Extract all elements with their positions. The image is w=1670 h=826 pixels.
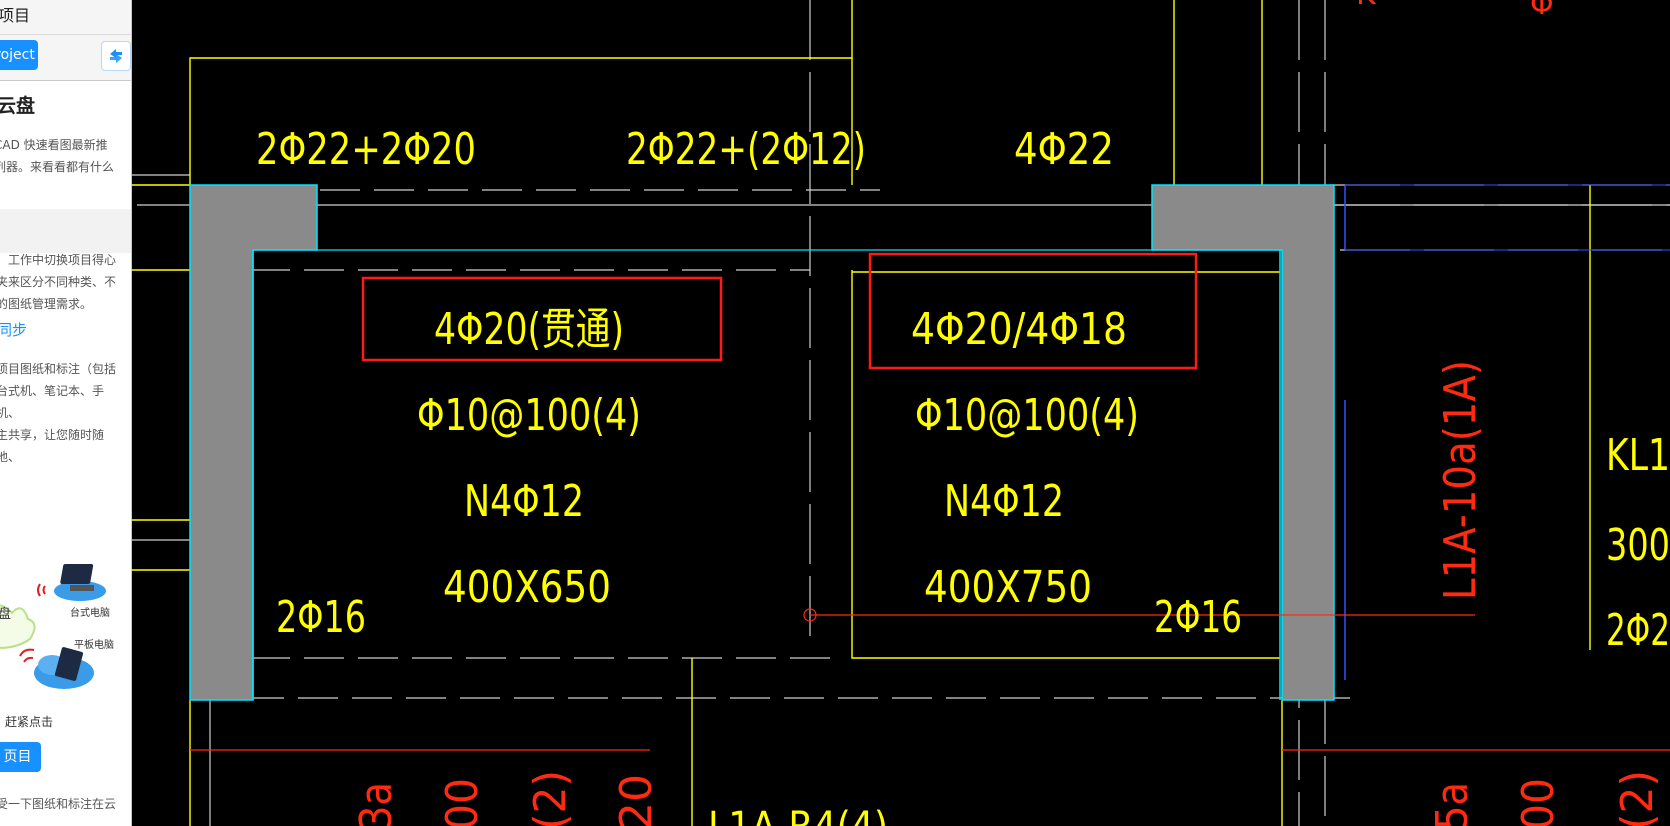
left-bottom-rebar-label[interactable]: 4Φ20(贯通): [434, 304, 624, 355]
red-lines: [190, 608, 1670, 751]
right-corner-bar-label[interactable]: 2Φ16: [1154, 592, 1242, 643]
top-red-label[interactable]: Φ: [1530, 0, 1554, 22]
project-button[interactable]: roject: [0, 40, 38, 70]
left-side-bar-label[interactable]: N4Φ12: [464, 476, 584, 527]
tablet-label: 平板电脑: [74, 640, 114, 651]
right-section-size-label[interactable]: 400X750: [924, 562, 1092, 613]
bottom-red-label[interactable]: 00: [1513, 778, 1564, 826]
intro-text: CAD 快速看图最新推 列器。来看看都有什么: [0, 134, 122, 178]
left-corner-bar-label[interactable]: 2Φ16: [276, 592, 366, 643]
vertical-beam-label[interactable]: L1A-10a(1A): [1435, 360, 1486, 600]
panel-title: 项目: [0, 6, 31, 25]
cloud-info-card: 云盘 CAD 快速看图最新推 列器。来看看都有什么 ，工作中切换项目得心 夹来区…: [0, 80, 131, 826]
bottom-red-label[interactable]: 20: [611, 774, 662, 826]
right-side-bar-label[interactable]: N4Φ12: [944, 476, 1064, 527]
bottom-red-label[interactable]: 5a: [1427, 782, 1478, 826]
right-bottom-rebar-label[interactable]: 4Φ20/4Φ18: [911, 304, 1127, 355]
top-red-label[interactable]: K: [1356, 0, 1377, 12]
signal-icon: [37, 583, 41, 597]
right-beam-id-label[interactable]: KL1: [1606, 430, 1670, 481]
desktop-label: 台式电脑: [70, 608, 110, 619]
section1-line: 夹来区分不同种类、不: [0, 275, 117, 289]
section3-line: 台式机、笔记本、手机、: [0, 384, 105, 420]
intro-line: 列器。来看看都有什么: [0, 160, 115, 174]
bottom-red-label[interactable]: (2): [525, 770, 576, 826]
hurry-text: 赶紧点击: [5, 715, 54, 729]
cad-drawing-canvas[interactable]: 2Φ22+2Φ20 2Φ22+(2Φ12) 4Φ22 4Φ20(贯通) 4Φ20…: [131, 0, 1670, 826]
bottom-beam-label[interactable]: L1A-R4(4): [708, 804, 888, 826]
open-project-button[interactable]: 页目: [0, 742, 41, 772]
section1-line: ，工作中切换项目得心: [0, 253, 117, 267]
bottom-text: 受一下图纸和标注在云: [0, 797, 117, 811]
cloud-label: 盘: [0, 603, 11, 622]
bottom-red-label[interactable]: (2): [1612, 770, 1663, 826]
right-stirrup-label[interactable]: Φ10@100(4): [915, 390, 1139, 441]
left-section-size-label[interactable]: 400X650: [443, 562, 611, 613]
section3-line: 项目图纸和标注（包括: [0, 362, 117, 376]
side-panel: 项目 roject 云盘 CAD 快速看图最新推 列器。来看看都有什么 ，工作中…: [0, 0, 132, 826]
panel-header: 项目: [0, 0, 131, 35]
bottom-red-label[interactable]: 00: [437, 778, 488, 826]
right-beam-dim-label[interactable]: 300: [1606, 520, 1670, 571]
top-right-rebar-label[interactable]: 4Φ22: [1014, 124, 1114, 175]
bottom-red-label[interactable]: 3a: [351, 782, 402, 826]
sync-section-title: 同步: [0, 321, 28, 339]
section3-text: 项目图纸和标注（包括 台式机、笔记本、手机、 主共享，让您随时随地、: [0, 358, 126, 468]
top-mid-rebar-label[interactable]: 2Φ22+(2Φ12): [626, 124, 866, 175]
top-left-rebar-label[interactable]: 2Φ22+2Φ20: [256, 124, 476, 175]
desktop-icon: [54, 564, 106, 601]
tablet-icon: [34, 647, 94, 689]
left-stirrup-label[interactable]: Φ10@100(4): [417, 390, 641, 441]
sync-icon: [110, 49, 122, 63]
section-band: [0, 209, 131, 253]
section1-line: 的图纸管理需求。: [0, 297, 93, 311]
section1-text: ，工作中切换项目得心 夹来区分不同种类、不 的图纸管理需求。: [0, 249, 126, 315]
section3-line: 主共享，让您随时随地、: [0, 428, 105, 464]
right-beam-rebar-label[interactable]: 2Φ2: [1606, 605, 1670, 656]
sync-button[interactable]: [101, 41, 131, 71]
intro-line: CAD 快速看图最新推: [0, 138, 108, 152]
cloud-title: 云盘: [0, 95, 36, 117]
